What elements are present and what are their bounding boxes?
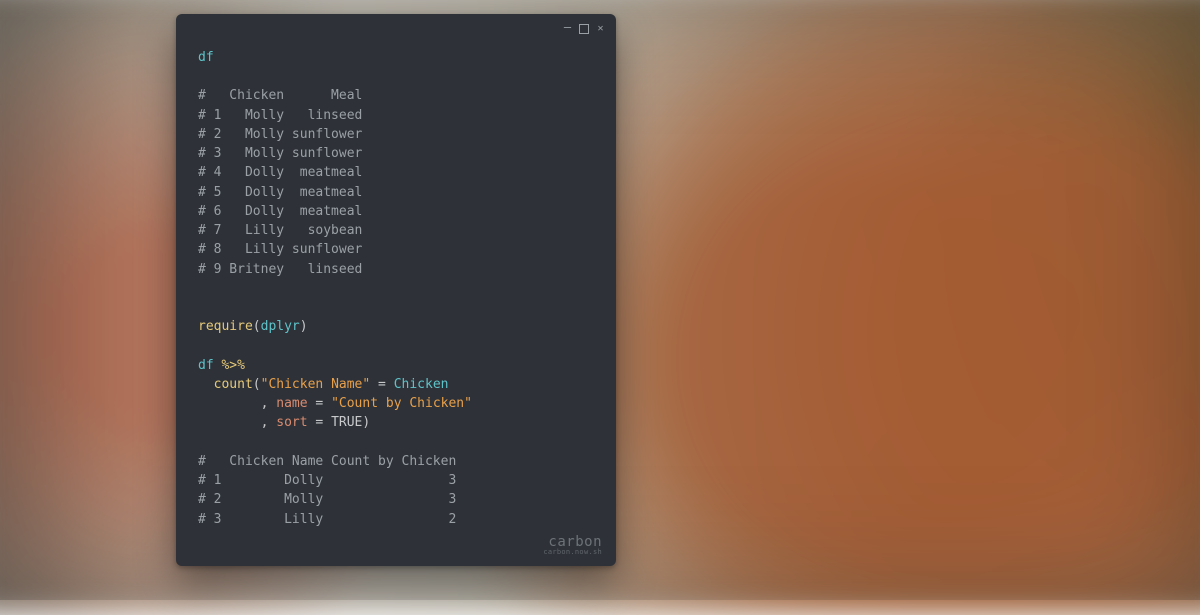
code-token: sort [276,415,307,430]
watermark-sub: carbon.now.sh [176,549,602,556]
code-comment: # 3 Molly sunflower [198,146,362,161]
code-token: ) [300,319,308,334]
code-comment: # 7 Lilly soybean [198,223,362,238]
code-comment: # Chicken Name Count by Chicken [198,454,456,469]
code-token: "Chicken Name" [261,377,371,392]
code-token: ( [253,319,261,334]
code-comment: # 5 Dolly meatmeal [198,185,362,200]
window-titlebar [176,14,616,40]
code-token: name [276,396,307,411]
code-token: "Count by Chicken" [331,396,472,411]
code-token: count [214,377,253,392]
code-token: = [315,396,323,411]
code-comment: # 9 Britney linseed [198,262,362,277]
code-window: df # Chicken Meal # 1 Molly linseed # 2 … [176,14,616,566]
code-token: TRUE [331,415,362,430]
code-token: df [198,50,214,65]
code-token: Chicken [394,377,449,392]
code-comment: # 3 Lilly 2 [198,512,456,527]
code-token: df [198,358,214,373]
code-comment: # 8 Lilly sunflower [198,242,362,257]
code-comment: # 2 Molly sunflower [198,127,362,142]
code-token: , [261,396,269,411]
code-comment: # 4 Dolly meatmeal [198,165,362,180]
code-token: require [198,319,253,334]
minimize-icon[interactable] [562,24,573,35]
code-block: df # Chicken Meal # 1 Molly linseed # 2 … [176,40,616,533]
code-token: ( [253,377,261,392]
code-comment: # Chicken Meal [198,88,362,103]
code-comment: # 2 Molly 3 [198,492,456,507]
maximize-icon[interactable] [579,24,589,34]
code-token: %>% [221,358,244,373]
code-comment: # 1 Dolly 3 [198,473,456,488]
code-token: = [315,415,323,430]
code-token: = [378,377,386,392]
close-icon[interactable] [595,24,606,35]
watermark-brand: carbon [176,535,602,549]
code-comment: # 1 Molly linseed [198,108,362,123]
code-token: dplyr [261,319,300,334]
watermark: carbon carbon.now.sh [176,533,616,566]
code-token: , [261,415,269,430]
code-comment: # 6 Dolly meatmeal [198,204,362,219]
code-token: ) [362,415,370,430]
